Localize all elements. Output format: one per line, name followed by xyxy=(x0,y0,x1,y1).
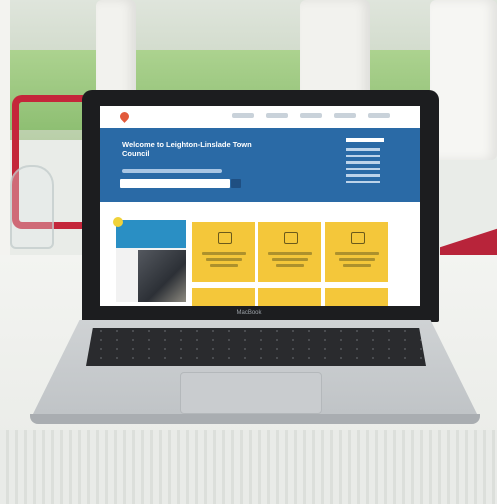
popular-links-title xyxy=(346,138,384,142)
popular-links xyxy=(346,138,406,187)
search-input xyxy=(120,179,230,188)
tile-icon xyxy=(284,232,298,244)
tile-icon xyxy=(218,232,232,244)
popular-link xyxy=(346,161,380,164)
wine-glass xyxy=(10,165,54,249)
news-card-header xyxy=(116,220,186,248)
tile-text-line xyxy=(343,264,371,267)
laptop-keyboard xyxy=(86,328,426,366)
nav-item xyxy=(266,113,288,118)
table-edge xyxy=(0,430,497,504)
nav-item xyxy=(300,113,322,118)
window-pillar xyxy=(430,0,497,160)
tile-text-line xyxy=(210,264,238,267)
site-nav xyxy=(232,113,390,118)
service-tile xyxy=(325,288,388,306)
hero-title: Welcome to Leighton-Linslade Town Counci… xyxy=(122,140,252,158)
tile-text-line xyxy=(272,258,308,261)
nav-item xyxy=(334,113,356,118)
service-tile xyxy=(192,288,255,306)
site-header xyxy=(100,106,420,128)
news-card xyxy=(113,217,186,302)
nav-item xyxy=(368,113,390,118)
laptop-screen: Welcome to Leighton-Linslade Town Counci… xyxy=(100,106,420,306)
popular-link xyxy=(346,148,380,151)
tile-text-line xyxy=(276,264,304,267)
laptop-brand-label: MacBook xyxy=(236,310,262,316)
popular-link xyxy=(346,154,380,157)
search-button xyxy=(231,179,241,188)
service-tile xyxy=(192,222,255,282)
news-photo xyxy=(138,250,186,302)
photo: Welcome to Leighton-Linslade Town Counci… xyxy=(0,0,497,504)
tile-icon xyxy=(351,232,365,244)
service-tile xyxy=(258,222,321,282)
laptop-base-front xyxy=(30,414,480,424)
tile-text-line xyxy=(206,258,242,261)
tile-text-line xyxy=(268,252,312,255)
nav-item xyxy=(232,113,254,118)
tile-text-line xyxy=(339,258,375,261)
hero-subtitle xyxy=(122,169,222,173)
popular-link xyxy=(346,180,380,183)
popular-link xyxy=(346,174,380,177)
service-tile xyxy=(258,288,321,306)
news-badge xyxy=(113,217,123,227)
hero-banner: Welcome to Leighton-Linslade Town Counci… xyxy=(100,128,420,202)
laptop-trackpad xyxy=(180,372,322,414)
service-tile xyxy=(325,222,388,282)
tile-text-line xyxy=(335,252,379,255)
popular-link xyxy=(346,167,380,170)
council-logo-icon xyxy=(118,110,131,123)
tile-text-line xyxy=(202,252,246,255)
